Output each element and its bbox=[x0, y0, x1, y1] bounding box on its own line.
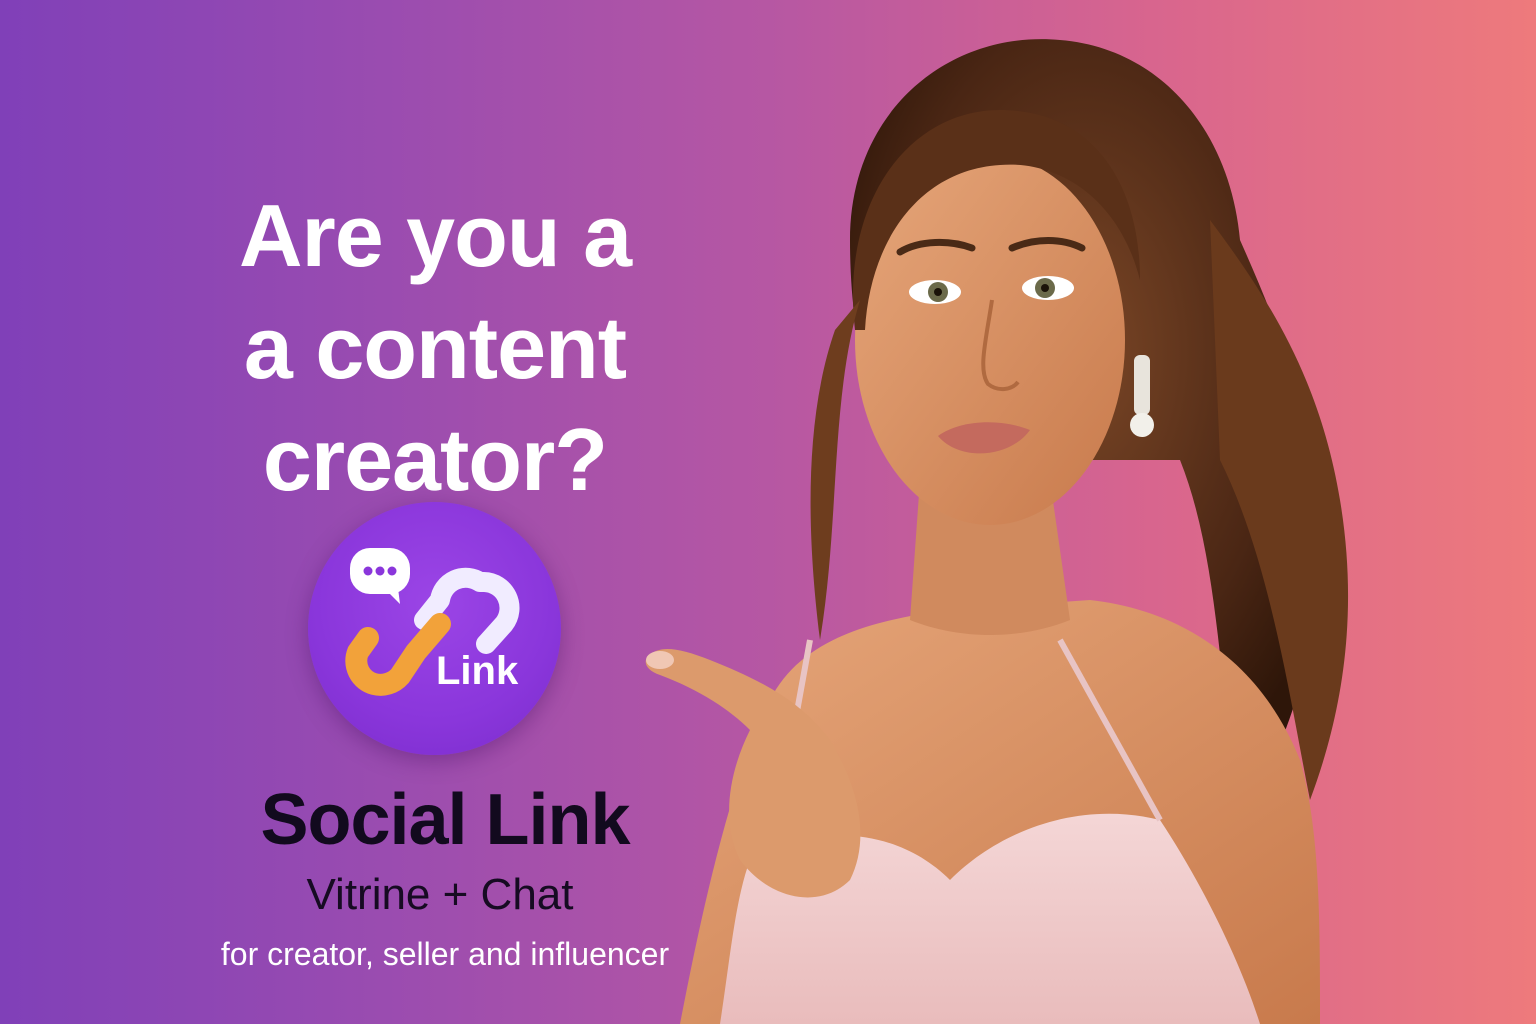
chat-bubble-icon bbox=[350, 548, 410, 604]
woman-pointing-photo bbox=[645, 39, 1349, 1024]
app-logo: Link bbox=[308, 502, 561, 755]
logo-text: Link bbox=[436, 649, 519, 693]
